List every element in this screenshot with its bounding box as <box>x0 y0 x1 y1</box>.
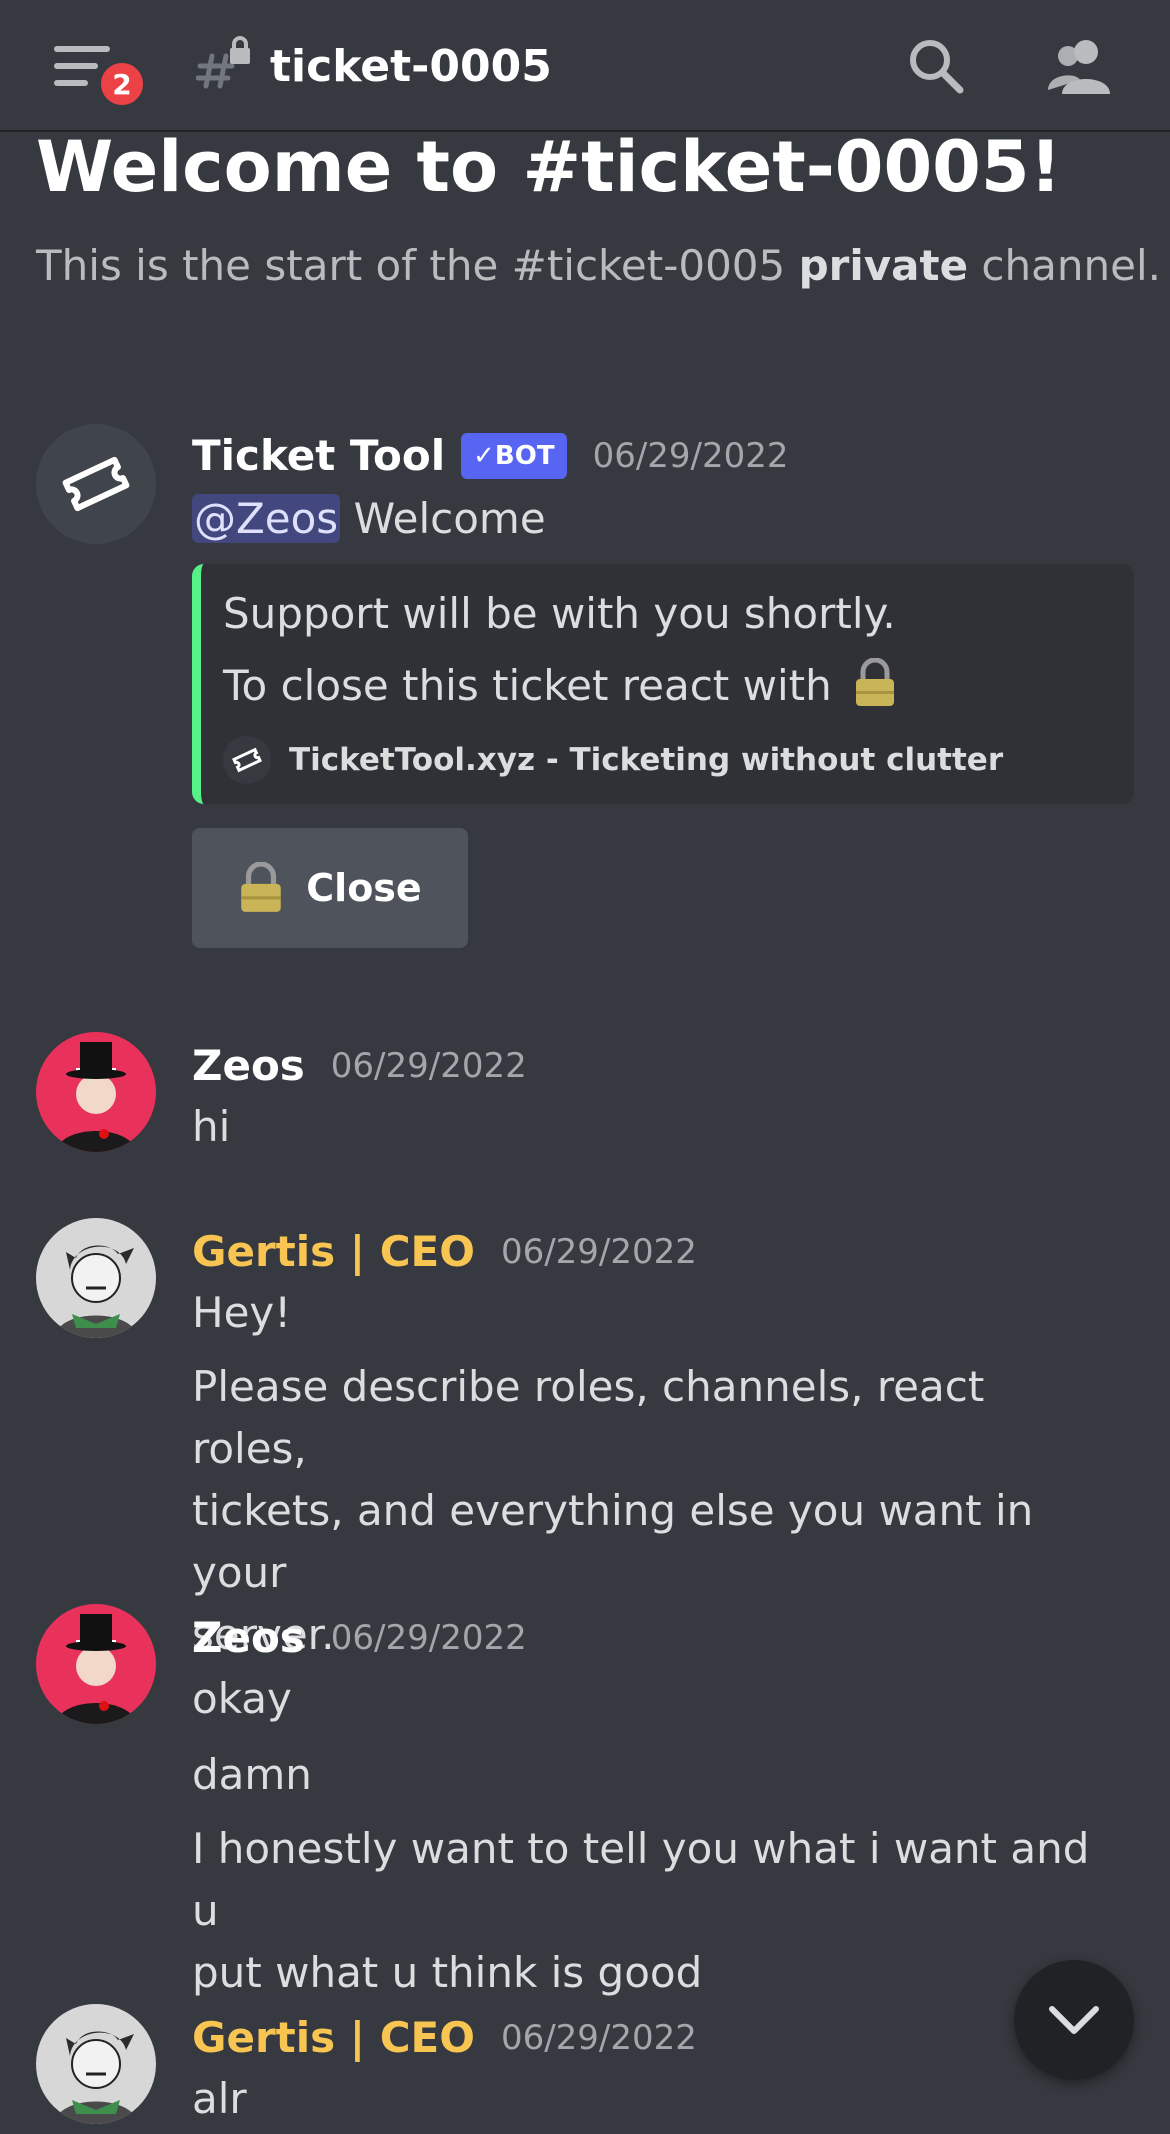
close-ticket-button[interactable]: Close <box>192 828 468 948</box>
lock-icon <box>241 862 282 912</box>
timestamp: 06/29/2022 <box>500 1232 697 1272</box>
welcome-subtitle: This is the start of the #ticket-0005 pr… <box>36 241 1161 290</box>
gertis-avatar[interactable] <box>36 1218 156 1338</box>
timestamp: 06/29/2022 <box>330 1046 527 1086</box>
embed-line: To close this ticket react with <box>223 656 897 716</box>
lock-icon <box>856 657 895 706</box>
message-header: Gertis | CEO 06/29/2022 <box>192 2010 697 2066</box>
timestamp: 06/29/2022 <box>592 436 789 476</box>
author-name[interactable]: Ticket Tool <box>192 428 445 484</box>
jump-to-bottom-button[interactable] <box>1014 1960 1134 2080</box>
zeos-avatar[interactable] <box>36 1032 156 1152</box>
message-text: I honestly want to tell you what i want … <box>192 1824 1090 1997</box>
message-text: @Zeos Welcome <box>192 494 546 543</box>
close-button-label: Close <box>306 866 422 910</box>
message-text: damn <box>192 1750 312 1799</box>
bot-badge: ✓BOT <box>461 433 567 479</box>
message-text: alr <box>192 2074 247 2123</box>
gertis-avatar[interactable] <box>36 2004 156 2124</box>
welcome-title: Welcome to #ticket-0005! <box>36 126 1062 208</box>
message-embed: Support will be with you shortly. To clo… <box>192 564 1134 804</box>
notification-badge: 2 <box>96 58 148 110</box>
message-header: Gertis | CEO 06/29/2022 <box>192 1224 697 1280</box>
message-text: Hey! <box>192 1288 292 1337</box>
author-name[interactable]: Zeos <box>192 1038 305 1094</box>
zeos-avatar[interactable] <box>36 1604 156 1724</box>
channel-header: 2 ticket-0005 <box>0 0 1170 132</box>
embed-footer-text: TicketTool.xyz - Ticketing without clutt… <box>289 742 1004 778</box>
author-name[interactable]: Gertis | CEO <box>192 2010 475 2066</box>
message-header: Zeos 06/29/2022 <box>192 1038 527 1094</box>
user-mention[interactable]: @Zeos <box>192 494 341 543</box>
author-name[interactable]: Gertis | CEO <box>192 1224 475 1280</box>
timestamp: 06/29/2022 <box>500 2018 697 2058</box>
timestamp: 06/29/2022 <box>330 1618 527 1658</box>
embed-line: Support will be with you shortly. <box>223 589 896 638</box>
author-name[interactable]: Zeos <box>192 1610 305 1666</box>
members-icon[interactable] <box>1046 36 1112 96</box>
locked-channel-icon <box>196 36 250 89</box>
channel-title: ticket-0005 <box>270 41 552 92</box>
chevron-down-icon <box>1049 2006 1099 2034</box>
message-header: Zeos 06/29/2022 <box>192 1610 527 1666</box>
ticket-icon <box>62 456 130 512</box>
embed-footer: TicketTool.xyz - Ticketing without clutt… <box>223 736 1003 784</box>
search-icon[interactable] <box>906 36 966 96</box>
ticket-tool-avatar[interactable] <box>36 424 156 544</box>
message-text: hi <box>192 1102 231 1151</box>
message-text: okay <box>192 1674 292 1723</box>
message-header: Ticket Tool ✓BOT 06/29/2022 <box>192 428 789 484</box>
footer-ticket-icon <box>223 736 271 784</box>
